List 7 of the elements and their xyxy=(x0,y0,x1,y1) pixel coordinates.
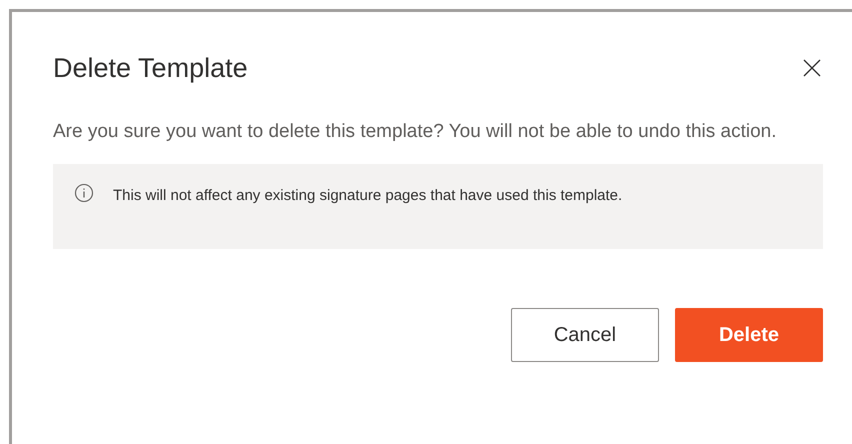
info-text: This will not affect any existing signature pages that have used this template. xyxy=(113,186,622,206)
close-icon xyxy=(802,58,822,78)
info-icon xyxy=(74,183,94,203)
cancel-button[interactable]: Cancel xyxy=(511,308,659,362)
delete-button[interactable]: Delete xyxy=(675,308,823,362)
dialog-message: Are you sure you want to delete this template? You will not be able to undo this action. xyxy=(53,120,778,144)
dialog-title: Delete Template xyxy=(53,52,248,85)
